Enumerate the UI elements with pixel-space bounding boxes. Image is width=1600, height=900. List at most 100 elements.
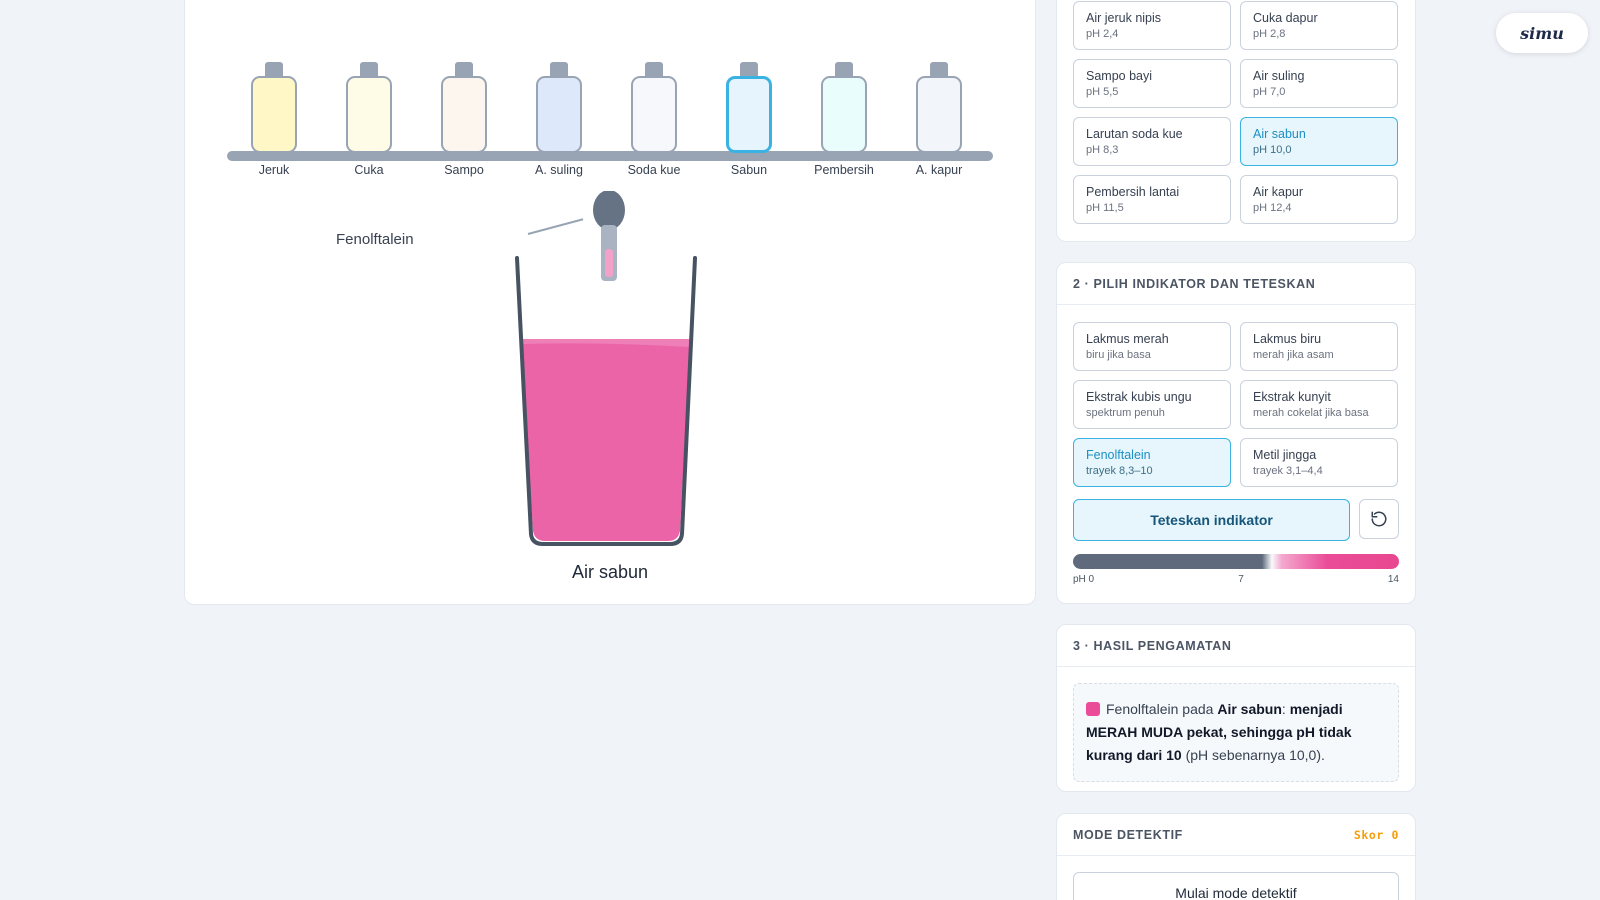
result-panel-header: 3 · HASIL PENGAMATAN xyxy=(1057,625,1415,667)
solution-option[interactable]: Cuka dapur pH 2,8 xyxy=(1240,1,1398,50)
bottle-label: A. kapur xyxy=(915,163,963,177)
solution-option-name: Air jeruk nipis xyxy=(1086,11,1162,25)
detective-panel: MODE DETEKTIF Skor 0 Mulai mode detektif xyxy=(1056,813,1416,900)
indicator-option[interactable]: Ekstrak kunyit merah cokelat jika basa xyxy=(1240,380,1398,429)
result-actual-ph: (pH sebenarnya 10,0). xyxy=(1181,747,1325,763)
indicator-panel-header: 2 · PILIH INDIKATOR DAN TETESKAN xyxy=(1057,263,1415,305)
detective-score: Skor 0 xyxy=(1353,828,1399,842)
bottle-label: Pembersih xyxy=(814,163,874,177)
detective-panel-title: MODE DETEKTIF xyxy=(1073,828,1183,842)
solution-panel: Air jeruk nipis pH 2,4 Cuka dapur pH 2,8 Sam… xyxy=(1056,0,1416,242)
beaker-liquid xyxy=(521,339,690,541)
solution-option[interactable]: Air jeruk nipis pH 2,4 xyxy=(1073,1,1231,50)
indicator-option[interactable]: Fenolftalein trayek 8,3–10 xyxy=(1073,438,1231,487)
ph-scale-min: pH 0 xyxy=(1073,574,1095,585)
bottle-body xyxy=(631,76,677,153)
ph-scale-max: 14 xyxy=(1387,574,1399,585)
result-panel: 3 · HASIL PENGAMATAN Fenolftalein pada A… xyxy=(1056,624,1416,792)
result-colon: : xyxy=(1281,701,1290,717)
beaker xyxy=(515,256,697,546)
solution-option-name: Air kapur xyxy=(1253,185,1304,199)
solution-option[interactable]: Pembersih lantai pH 11,5 xyxy=(1073,175,1231,224)
bottle-body xyxy=(821,76,867,153)
bottle-label: Sabun xyxy=(730,163,768,177)
ph-scale-bar xyxy=(1073,554,1399,569)
indicator-panel-title: 2 · PILIH INDIKATOR DAN TETESKAN xyxy=(1073,277,1316,291)
result-pada: pada xyxy=(1178,701,1218,717)
indicator-grid: Lakmus merah biru jika basa Lakmus biru mer… xyxy=(1073,322,1399,487)
solution-option-detail: pH 8,3 xyxy=(1086,144,1119,156)
solution-option-name: Sampo bayi xyxy=(1086,69,1153,83)
solution-option-name: Pembersih lantai xyxy=(1086,185,1180,199)
solution-option[interactable]: Air kapur pH 12,4 xyxy=(1240,175,1398,224)
solution-option-detail: pH 2,4 xyxy=(1086,28,1119,40)
bottle-body xyxy=(916,76,962,153)
indicator-option-detail: merah cokelat jika basa xyxy=(1253,407,1369,419)
solution-option[interactable]: Larutan soda kue pH 8,3 xyxy=(1073,117,1231,166)
indicator-option[interactable]: Ekstrak kubis ungu spektrum penuh xyxy=(1073,380,1231,429)
bottle-soda-kue[interactable] xyxy=(631,62,677,153)
bottle-label: Sampo xyxy=(444,163,484,177)
bottle-a-suling[interactable] xyxy=(536,62,582,153)
dropper-indicator-label: Fenolftalein xyxy=(336,231,414,248)
solution-option-detail: pH 12,4 xyxy=(1253,202,1292,214)
indicator-option-detail: biru jika basa xyxy=(1086,349,1151,361)
reset-icon xyxy=(1371,511,1387,527)
bottle-body xyxy=(441,76,487,153)
indicator-option-detail: merah jika asam xyxy=(1253,349,1334,361)
bottle-label: A. suling xyxy=(535,163,583,177)
indicator-option-name: Lakmus merah xyxy=(1086,332,1169,346)
solution-option-name: Air sabun xyxy=(1253,127,1306,141)
bottle-sampo[interactable] xyxy=(441,62,487,153)
bottle-jeruk[interactable] xyxy=(251,62,297,153)
drop-indicator-button[interactable]: Teteskan indikator xyxy=(1073,499,1351,541)
reset-button[interactable] xyxy=(1359,499,1399,539)
indicator-option-detail: trayek 3,1–4,4 xyxy=(1253,465,1323,477)
bottle-body xyxy=(346,76,392,153)
brand-logo[interactable]: simu xyxy=(1496,13,1588,53)
brand-logo-text: simu xyxy=(1520,23,1564,43)
indicator-option-name: Lakmus biru xyxy=(1253,332,1322,346)
bottle-label: Jeruk xyxy=(258,163,290,177)
start-detective-button[interactable]: Mulai mode detektif xyxy=(1073,872,1399,900)
solution-grid: Air jeruk nipis pH 2,4 Cuka dapur pH 2,8 Sam… xyxy=(1057,0,1415,224)
indicator-option-detail: trayek 8,3–10 xyxy=(1086,465,1153,477)
bottle-body xyxy=(726,76,772,153)
indicator-option-detail: spektrum penuh xyxy=(1086,407,1165,419)
result-indicator: Fenolftalein xyxy=(1106,701,1179,717)
bottle-label: Soda kue xyxy=(627,163,681,177)
result-panel-title: 3 · HASIL PENGAMATAN xyxy=(1073,639,1232,653)
bottle-label: Cuka xyxy=(354,163,384,177)
indicator-option-name: Ekstrak kunyit xyxy=(1253,390,1331,404)
solution-option-name: Larutan soda kue xyxy=(1086,127,1183,141)
solution-option[interactable]: Air sabun pH 10,0 xyxy=(1240,117,1398,166)
bottle-pembersih[interactable] xyxy=(821,62,867,153)
indicator-option[interactable]: Metil jingga trayek 3,1–4,4 xyxy=(1240,438,1398,487)
solution-option-detail: pH 10,0 xyxy=(1253,144,1292,156)
ph-scale-mid: 7 xyxy=(1238,574,1244,585)
result-color-swatch xyxy=(1086,702,1100,716)
solution-option-detail: pH 2,8 xyxy=(1253,28,1286,40)
solution-option[interactable]: Air suling pH 7,0 xyxy=(1240,59,1398,108)
ph-scale-labels: pH 0 7 14 xyxy=(1073,574,1399,585)
detective-panel-header: MODE DETEKTIF Skor 0 xyxy=(1057,814,1415,856)
bottle-sabun[interactable] xyxy=(726,62,772,153)
indicator-option-name: Metil jingga xyxy=(1253,448,1317,462)
solution-option[interactable]: Sampo bayi pH 5,5 xyxy=(1073,59,1231,108)
indicator-option[interactable]: Lakmus biru merah jika asam xyxy=(1240,322,1398,371)
bottle-a-kapur[interactable] xyxy=(916,62,962,153)
indicator-option-name: Ekstrak kubis ungu xyxy=(1086,390,1192,404)
bottle-cuka[interactable] xyxy=(346,62,392,153)
bottle-body xyxy=(251,76,297,153)
bottle-shelf xyxy=(227,151,993,161)
indicator-panel: 2 · PILIH INDIKATOR DAN TETESKAN Lakmus … xyxy=(1056,262,1416,604)
solution-option-detail: pH 11,5 xyxy=(1086,202,1124,214)
indicator-option-name: Fenolftalein xyxy=(1086,448,1151,462)
solution-option-name: Cuka dapur xyxy=(1253,11,1318,25)
solution-option-detail: pH 7,0 xyxy=(1253,86,1286,98)
result-text: Fenolftalein pada Air sabun: menjadi MER… xyxy=(1073,683,1399,782)
bottle-body xyxy=(536,76,582,153)
beaker-label: Air sabun xyxy=(571,562,649,582)
result-solution: Air sabun xyxy=(1217,701,1282,717)
indicator-option[interactable]: Lakmus merah biru jika basa xyxy=(1073,322,1231,371)
